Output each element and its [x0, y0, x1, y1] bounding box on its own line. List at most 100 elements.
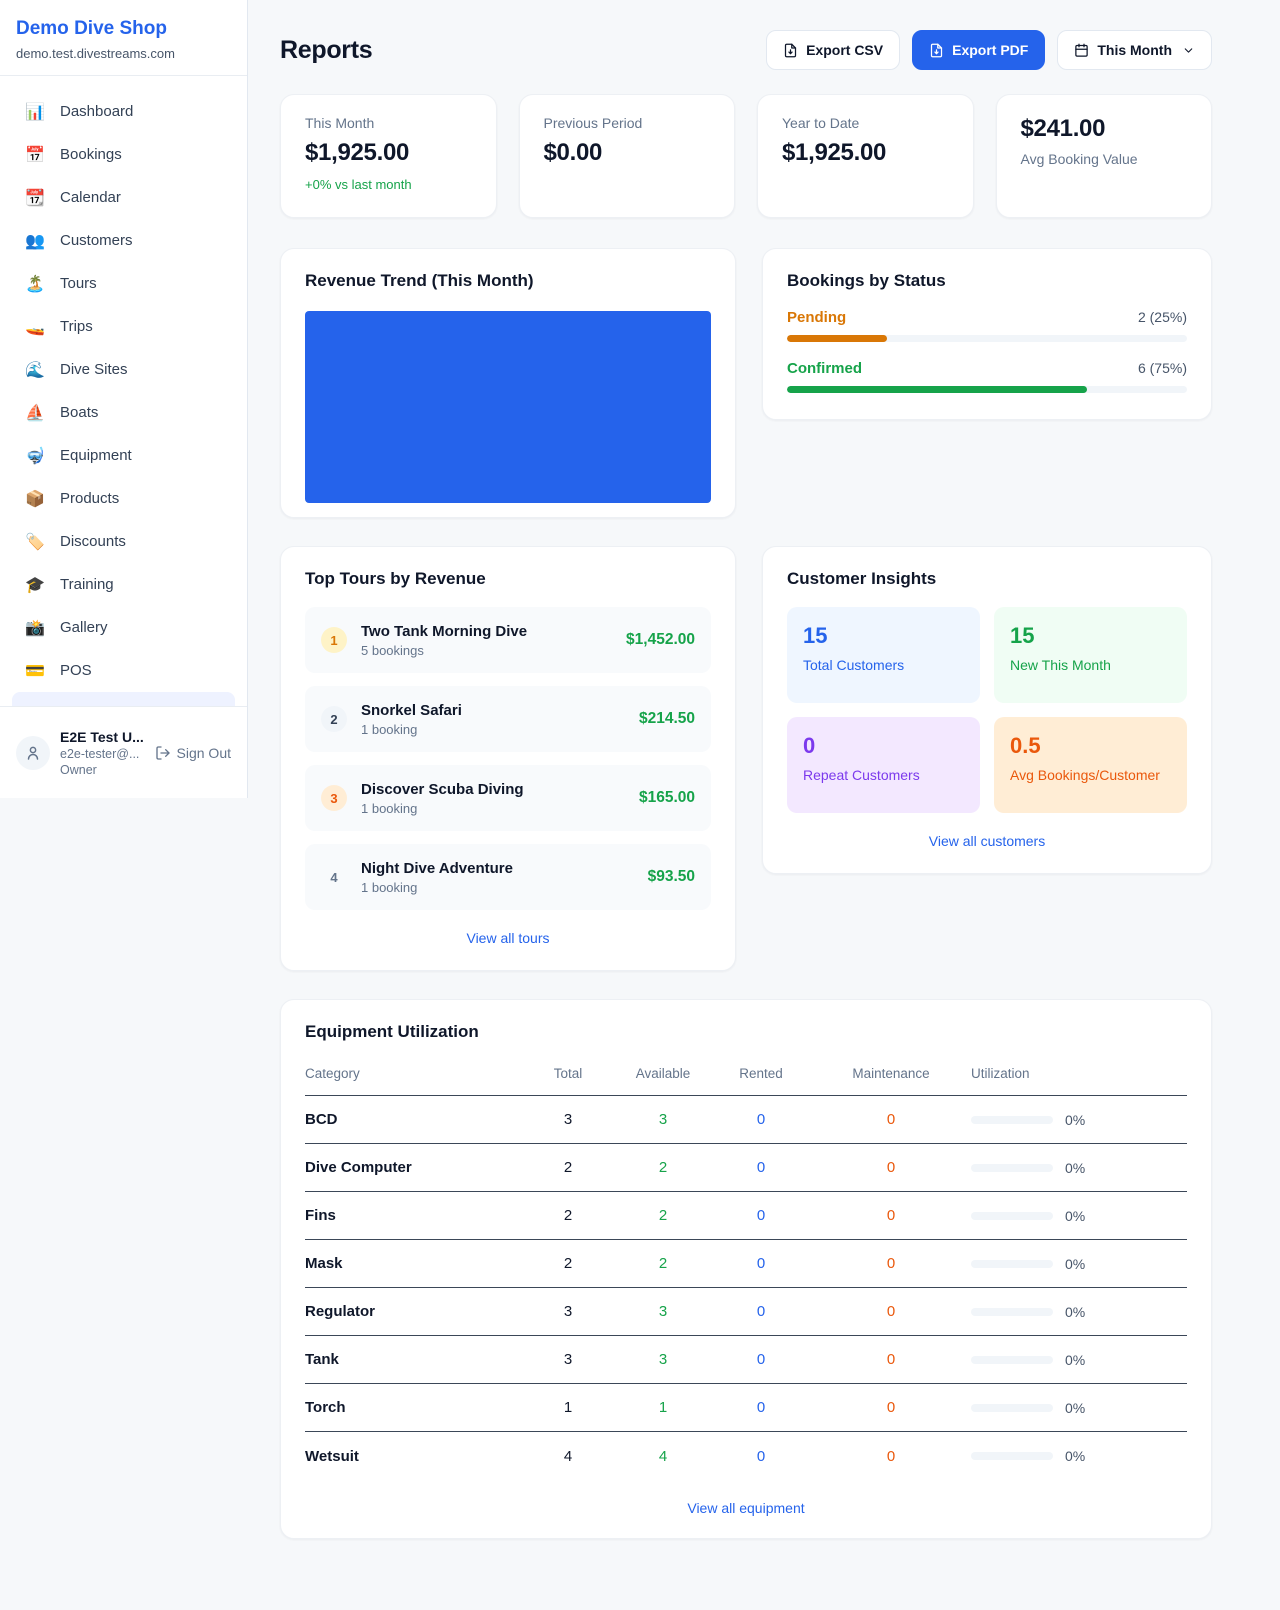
- cell-available: 3: [615, 1111, 711, 1128]
- sidebar-item-boats[interactable]: ⛵ Boats: [12, 391, 235, 434]
- cell-total: 3: [521, 1351, 615, 1368]
- insights-row: Top Tours by Revenue 1 Two Tank Morning …: [280, 546, 1212, 971]
- tour-row: 3 Discover Scuba Diving 1 booking $165.0…: [305, 765, 711, 831]
- page-title: Reports: [280, 36, 372, 65]
- tile-label: Total Customers: [803, 657, 964, 673]
- sidebar-item-tours[interactable]: 🏝️ Tours: [12, 262, 235, 305]
- wave-icon: 🌊: [24, 360, 46, 380]
- stat-label: Year to Date: [782, 115, 949, 131]
- sidebar-item-discounts[interactable]: 🏷️ Discounts: [12, 520, 235, 563]
- sidebar-item-customers[interactable]: 👥 Customers: [12, 219, 235, 262]
- export-pdf-button[interactable]: Export PDF: [912, 30, 1045, 70]
- tour-name: Night Dive Adventure: [361, 860, 634, 877]
- sidebar-item-bookings[interactable]: 📅 Bookings: [12, 133, 235, 176]
- tile-value: 0: [803, 733, 964, 759]
- status-row-confirmed: Confirmed 6 (75%): [787, 360, 1187, 393]
- bookings-by-status-card: Bookings by Status Pending 2 (25%) Confi…: [762, 248, 1212, 420]
- cell-utilization: 0%: [971, 1400, 1187, 1416]
- island-icon: 🏝️: [24, 274, 46, 294]
- cell-available: 2: [615, 1207, 711, 1224]
- sidebar-item-training[interactable]: 🎓 Training: [12, 563, 235, 606]
- sidebar-item-trips[interactable]: 🚤 Trips: [12, 305, 235, 348]
- stat-card-previous-period: Previous Period $0.00: [519, 94, 736, 218]
- shop-header: Demo Dive Shop demo.test.divestreams.com: [0, 0, 247, 76]
- column-header: Category: [305, 1066, 521, 1081]
- sidebar-item-products[interactable]: 📦 Products: [12, 477, 235, 520]
- cell-maintenance: 0: [811, 1255, 971, 1272]
- sidebar-item-dashboard[interactable]: 📊 Dashboard: [12, 90, 235, 133]
- sidebar-item-label: Gallery: [60, 619, 108, 636]
- package-icon: 📦: [24, 489, 46, 509]
- status-value: 2 (25%): [1138, 309, 1187, 325]
- tour-revenue: $1,452.00: [626, 631, 695, 649]
- stat-value: $1,925.00: [782, 139, 949, 167]
- logout-icon: [155, 745, 171, 761]
- avatar: [16, 736, 50, 770]
- sidebar-item-reports-active-partial[interactable]: [12, 692, 235, 706]
- tour-bookings: 1 booking: [361, 722, 625, 737]
- stat-label: Avg Booking Value: [1021, 151, 1188, 167]
- credit-card-icon: 💳: [24, 661, 46, 681]
- cell-total: 1: [521, 1399, 615, 1416]
- cell-rented: 0: [711, 1448, 811, 1465]
- cell-utilization: 0%: [971, 1304, 1187, 1320]
- column-header: Rented: [711, 1066, 811, 1081]
- sidebar-item-label: Calendar: [60, 189, 121, 206]
- tile-value: 15: [1010, 623, 1171, 649]
- user-role: Owner: [60, 763, 145, 777]
- cell-utilization: 0%: [971, 1208, 1187, 1224]
- utilization-percent: 0%: [1065, 1256, 1085, 1272]
- utilization-bar: [971, 1308, 1053, 1316]
- top-tours-card: Top Tours by Revenue 1 Two Tank Morning …: [280, 546, 736, 971]
- cell-available: 2: [615, 1159, 711, 1176]
- user-panel: E2E Test U... e2e-tester@... Owner Sign …: [0, 706, 247, 798]
- sign-out-button[interactable]: Sign Out: [155, 745, 231, 761]
- cell-maintenance: 0: [811, 1111, 971, 1128]
- cell-rented: 0: [711, 1159, 811, 1176]
- stat-label: This Month: [305, 115, 472, 131]
- chevron-down-icon: [1182, 44, 1195, 57]
- tour-name: Snorkel Safari: [361, 702, 625, 719]
- stat-cards: This Month $1,925.00 +0% vs last month P…: [280, 94, 1212, 218]
- shop-name: Demo Dive Shop: [16, 18, 231, 40]
- equipment-table-header: Category Total Available Rented Maintena…: [305, 1058, 1187, 1096]
- cell-rented: 0: [711, 1399, 811, 1416]
- sidebar-item-calendar[interactable]: 📆 Calendar: [12, 176, 235, 219]
- sidebar-item-label: Dashboard: [60, 103, 133, 120]
- table-row: Dive Computer 2 2 0 0 0%: [305, 1144, 1187, 1192]
- tour-name: Discover Scuba Diving: [361, 781, 625, 798]
- stat-value: $241.00: [1021, 115, 1188, 143]
- cell-maintenance: 0: [811, 1207, 971, 1224]
- table-row: Wetsuit 4 4 0 0 0%: [305, 1432, 1187, 1480]
- cell-total: 3: [521, 1111, 615, 1128]
- header-actions: Export CSV Export PDF This Month: [766, 30, 1212, 70]
- cell-category: Torch: [305, 1399, 521, 1416]
- period-dropdown[interactable]: This Month: [1057, 30, 1212, 70]
- page-header: Reports Export CSV Export PDF This Month: [280, 30, 1212, 70]
- graduation-cap-icon: 🎓: [24, 575, 46, 595]
- utilization-bar: [971, 1164, 1053, 1172]
- cell-category: Tank: [305, 1351, 521, 1368]
- cell-available: 3: [615, 1351, 711, 1368]
- sidebar-item-label: Equipment: [60, 447, 132, 464]
- tile-label: New This Month: [1010, 657, 1171, 673]
- cell-total: 3: [521, 1303, 615, 1320]
- view-all-tours-link[interactable]: View all tours: [305, 930, 711, 946]
- view-all-customers-link[interactable]: View all customers: [787, 833, 1187, 849]
- sidebar-item-label: POS: [60, 662, 92, 679]
- cell-rented: 0: [711, 1111, 811, 1128]
- sailboat-icon: ⛵: [24, 403, 46, 423]
- utilization-percent: 0%: [1065, 1112, 1085, 1128]
- sidebar-item-pos[interactable]: 💳 POS: [12, 649, 235, 692]
- tile-label: Repeat Customers: [803, 767, 964, 783]
- sidebar-item-equipment[interactable]: 🤿 Equipment: [12, 434, 235, 477]
- view-all-equipment-link[interactable]: View all equipment: [305, 1500, 1187, 1516]
- tile-value: 0.5: [1010, 733, 1171, 759]
- sidebar-item-dive-sites[interactable]: 🌊 Dive Sites: [12, 348, 235, 391]
- export-csv-button[interactable]: Export CSV: [766, 30, 900, 70]
- cell-available: 3: [615, 1303, 711, 1320]
- bookings-by-status-title: Bookings by Status: [787, 271, 1187, 291]
- tag-icon: 🏷️: [24, 532, 46, 552]
- table-row: BCD 3 3 0 0 0%: [305, 1096, 1187, 1144]
- sidebar-item-gallery[interactable]: 📸 Gallery: [12, 606, 235, 649]
